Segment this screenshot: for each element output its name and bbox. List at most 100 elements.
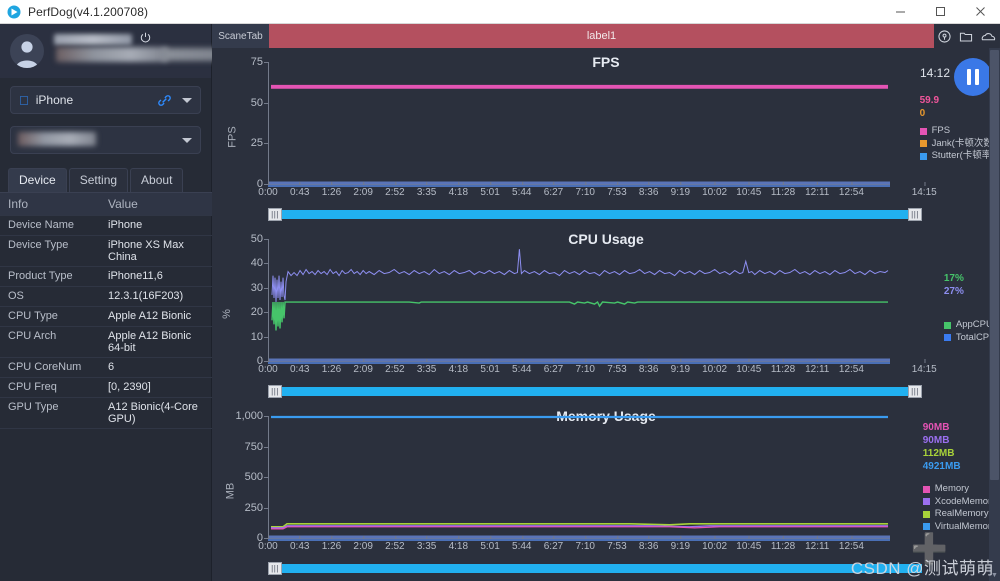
- user-panel: m: [0, 24, 251, 78]
- x-tick: 6:27: [543, 182, 564, 198]
- chart-fps: FPS FPS 0 25 50 75 0:00 0:43 1:26 2:09 2…: [212, 48, 1000, 225]
- legend-swatch-icon: [919, 127, 927, 135]
- readout-jank: 0: [919, 108, 926, 119]
- row-value: iPhone XS Max China: [108, 239, 184, 263]
- legend-swatch-icon: [922, 510, 930, 518]
- user-avatar-icon[interactable]: [10, 34, 44, 68]
- x-tick: 5:01: [480, 182, 500, 198]
- tab-about[interactable]: About: [130, 168, 184, 192]
- scrollbar-handle-right[interactable]: |||: [908, 208, 922, 221]
- table-row[interactable]: CPU Freq [0, 2390]: [0, 378, 212, 398]
- legend-item[interactable]: VirtualMemory: [922, 520, 996, 534]
- y-axis-label: MB: [224, 482, 237, 499]
- x-tick: 14:15: [911, 359, 937, 375]
- chevron-down-icon[interactable]: ▼: [989, 570, 1000, 581]
- scrollbar-track[interactable]: [268, 387, 922, 396]
- scrollbar-track[interactable]: [268, 564, 922, 573]
- scrollbar-handle-right[interactable]: |||: [908, 385, 922, 398]
- content-area: ScaneTab label1 FPS FPS 0 25 50 75 0:00 …: [212, 24, 1000, 581]
- table-row[interactable]: GPU Type A12 Bionic(4-Core GPU): [0, 398, 212, 429]
- tab-device[interactable]: Device: [8, 168, 67, 192]
- y-tick: 250: [244, 501, 269, 514]
- table-row[interactable]: Device Type iPhone XS Max China: [0, 236, 212, 267]
- cloud-icon[interactable]: [981, 30, 996, 43]
- x-tick: 9:19: [670, 359, 691, 375]
- timeline-scrollbar-fps[interactable]: ||| |||: [268, 208, 922, 221]
- window-title: PerfDog(v4.1.200708): [28, 4, 149, 19]
- legend-item[interactable]: Jank(卡顿次数): [919, 138, 996, 151]
- vertical-scrollbar[interactable]: ▼: [989, 48, 1000, 581]
- legend-item[interactable]: XcodeMemory: [922, 496, 996, 509]
- row-label: CPU CoreNum: [8, 361, 82, 373]
- row-label: CPU Freq: [8, 381, 57, 393]
- x-tick: 14:15: [911, 182, 937, 198]
- legend-item[interactable]: Stutter(卡顿率): [919, 150, 996, 163]
- x-tick: 11:28: [770, 359, 796, 375]
- x-tick: 8:36: [638, 182, 659, 198]
- scrollbar-handle-left[interactable]: |||: [268, 562, 282, 575]
- y-tick: 750: [244, 440, 269, 453]
- scrollbar-track[interactable]: [268, 210, 922, 219]
- x-tick: 9:19: [670, 536, 691, 552]
- session-clock: 14:12: [919, 66, 950, 80]
- row-label: CPU Arch: [8, 330, 57, 342]
- y-tick: 20: [250, 306, 269, 319]
- scane-tab[interactable]: ScaneTab: [212, 24, 269, 48]
- tab-setting[interactable]: Setting: [68, 168, 129, 192]
- device-select[interactable]:  iPhone: [10, 86, 201, 114]
- location-pin-icon[interactable]: [938, 29, 951, 43]
- minimize-button[interactable]: [880, 0, 920, 24]
- scrollbar-handle-left[interactable]: |||: [268, 385, 282, 398]
- readout-memory: 90MB: [922, 422, 950, 433]
- chevron-down-icon[interactable]: [182, 97, 192, 103]
- x-tick: 10:02: [702, 359, 728, 375]
- close-button[interactable]: [960, 0, 1000, 24]
- table-row[interactable]: CPU Type Apple A12 Bionic: [0, 307, 212, 327]
- timeline-scrollbar-cpu[interactable]: ||| |||: [268, 385, 922, 398]
- app-select-value-redacted: [18, 132, 96, 146]
- x-axis-line: [268, 185, 890, 187]
- timeline-scrollbar-memory[interactable]: |||: [268, 562, 922, 575]
- label-bar[interactable]: label1: [269, 24, 934, 48]
- table-row[interactable]: Product Type iPhone11,6: [0, 267, 212, 287]
- legend-item[interactable]: Memory: [922, 483, 996, 496]
- y-tick: 25: [250, 137, 269, 150]
- legend-item[interactable]: FPS: [919, 125, 996, 138]
- y-tick: 10: [250, 330, 269, 343]
- x-axis-ticks-fps: 0:00 0:43 1:26 2:09 2:52 3:35 4:18 5:01 …: [258, 182, 937, 201]
- legend-swatch-icon: [943, 321, 951, 329]
- table-row[interactable]: CPU CoreNum 6: [0, 358, 212, 378]
- legend-label: VirtualMemory: [934, 520, 996, 532]
- maximize-button[interactable]: [920, 0, 960, 24]
- x-tick: 10:02: [702, 536, 728, 552]
- table-row[interactable]: Device Name iPhone: [0, 216, 212, 236]
- pause-button[interactable]: [954, 58, 992, 96]
- column-header-info: Info: [8, 197, 29, 211]
- y-axis-label: %: [220, 308, 233, 319]
- table-header-row: Info Value: [0, 193, 212, 216]
- scrollbar-thumb[interactable]: [990, 50, 999, 480]
- folder-icon[interactable]: [959, 30, 973, 43]
- table-row[interactable]: OS 12.3.1(16F203): [0, 287, 212, 307]
- app-select[interactable]: [10, 126, 201, 154]
- y-tick: 75: [250, 56, 269, 68]
- x-tick: 12:54: [838, 359, 864, 375]
- x-tick: 7:10: [575, 536, 595, 552]
- row-label: GPU Type: [8, 401, 59, 413]
- usb-link-icon[interactable]: [157, 94, 172, 107]
- chevron-down-icon[interactable]: [182, 137, 192, 143]
- table-row[interactable]: CPU Arch Apple A12 Bionic 64-bit: [0, 327, 212, 358]
- x-tick: 12:11: [805, 359, 830, 375]
- row-value: iPhone11,6: [108, 270, 163, 282]
- x-tick: 2:52: [385, 182, 405, 198]
- y-tick: 50: [250, 96, 269, 109]
- power-icon[interactable]: [140, 32, 151, 43]
- y-tick: 500: [244, 471, 269, 483]
- legend-label: RealMemory: [934, 508, 989, 519]
- legend-item[interactable]: RealMemory: [922, 508, 996, 521]
- scrollbar-handle-left[interactable]: |||: [268, 208, 282, 221]
- x-tick: 5:01: [480, 359, 500, 375]
- device-select-value: iPhone: [26, 93, 73, 107]
- x-tick: 5:44: [512, 359, 532, 375]
- y-axis-label: FPS: [226, 125, 239, 148]
